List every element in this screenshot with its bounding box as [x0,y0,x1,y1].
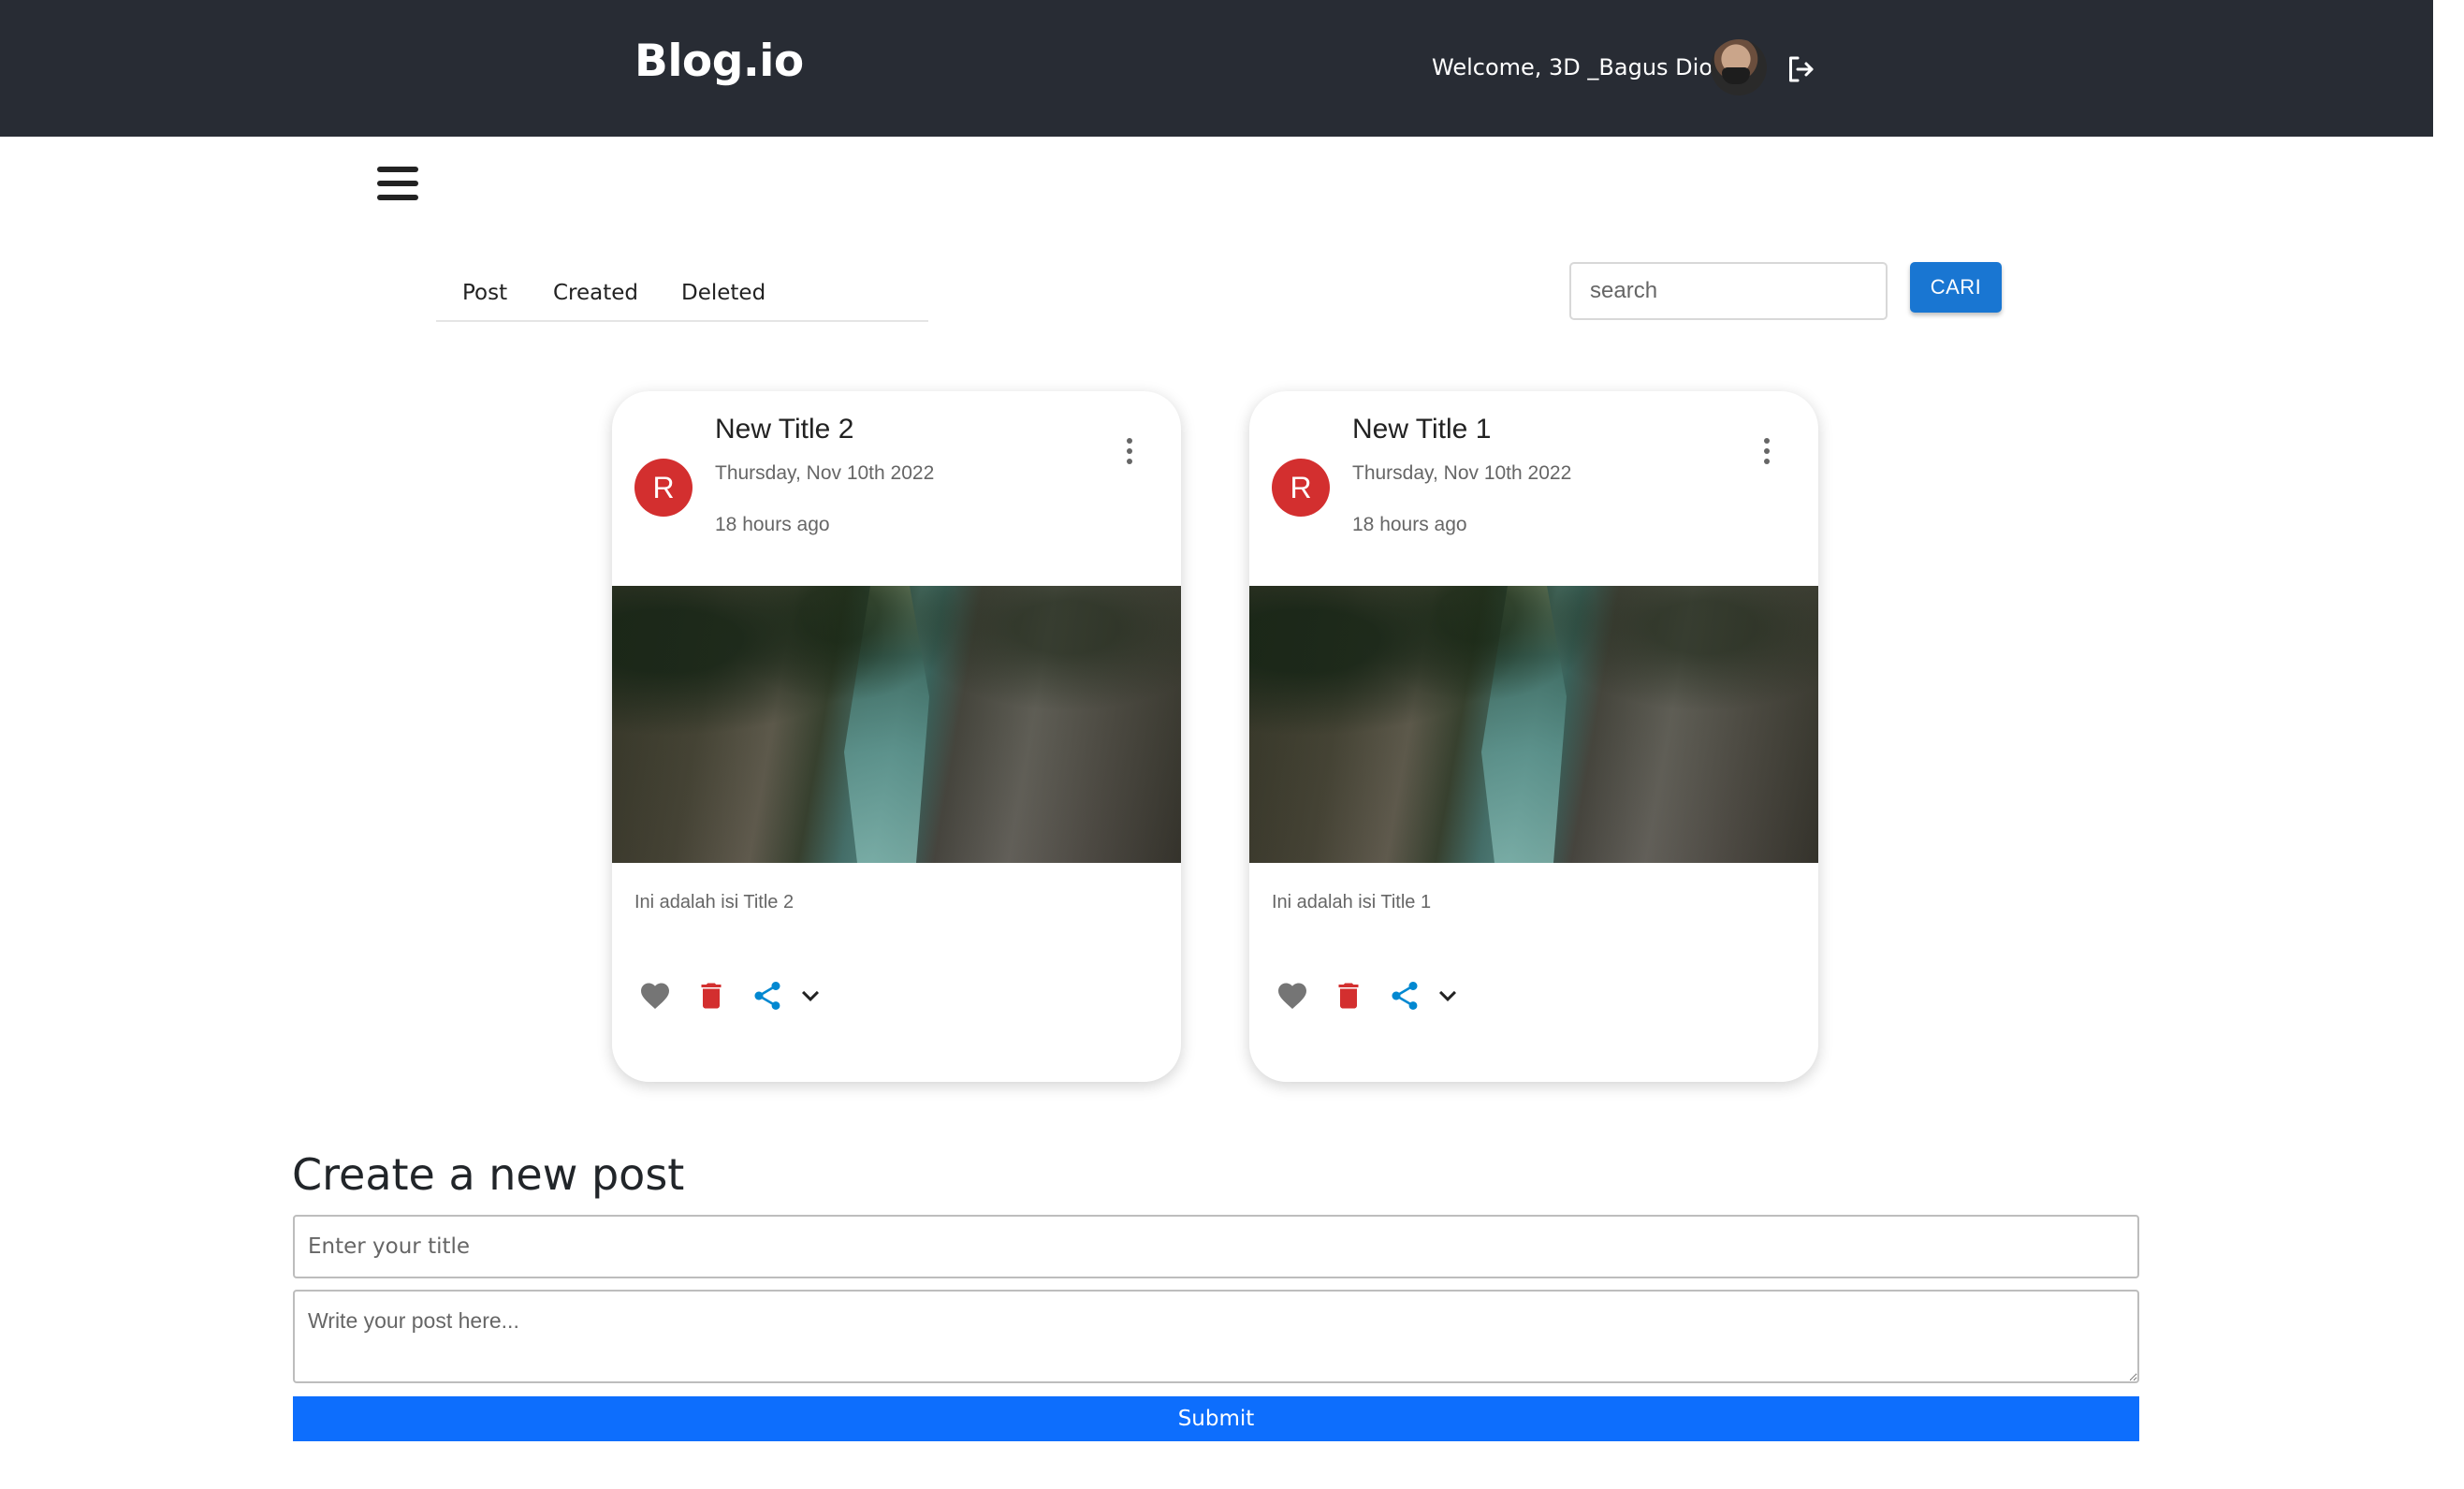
chevron-down-icon[interactable] [1431,979,1465,1013]
post-image [1249,586,1818,863]
delete-icon[interactable] [694,979,728,1013]
brand-logo[interactable]: Blog.io [634,36,804,87]
avatar: R [634,459,693,517]
create-post-heading: Create a new post [292,1149,685,1200]
post-content-textarea[interactable] [293,1290,2139,1383]
heart-icon[interactable] [638,979,672,1013]
more-options-icon[interactable] [1760,436,1773,466]
post-actions [1276,979,1500,1016]
post-card: R New Title 1 Thursday, Nov 10th 2022 18… [1249,391,1818,1082]
tab-deleted[interactable]: Deleted [681,281,765,305]
post-relative-time: 18 hours ago [715,514,830,535]
logout-icon[interactable] [1784,52,1817,86]
delete-icon[interactable] [1332,979,1365,1013]
search-button[interactable]: CARI [1910,262,2002,313]
more-options-icon[interactable] [1123,436,1136,466]
heart-icon[interactable] [1276,979,1309,1013]
share-icon[interactable] [751,979,784,1013]
submit-button[interactable]: Submit [293,1396,2139,1441]
top-navbar: Blog.io Welcome, 3D _Bagus Dio! [0,0,2433,137]
chevron-down-icon[interactable] [794,979,827,1013]
post-title: New Title 2 [715,414,854,445]
tab-created[interactable]: Created [553,281,638,305]
search-input[interactable] [1569,262,1888,320]
post-card: R New Title 2 Thursday, Nov 10th 2022 18… [612,391,1181,1082]
post-date: Thursday, Nov 10th 2022 [715,462,935,484]
menu-icon[interactable] [377,165,420,202]
post-body: Ini adalah isi Title 1 [1272,892,1432,912]
post-title: New Title 1 [1352,414,1492,445]
post-image [612,586,1181,863]
share-icon[interactable] [1388,979,1422,1013]
tab-bar: Post Created Deleted [436,271,928,322]
welcome-text: Welcome, 3D _Bagus Dio! [1432,54,1722,80]
post-title-input[interactable] [293,1215,2139,1278]
post-date: Thursday, Nov 10th 2022 [1352,462,1572,484]
post-body: Ini adalah isi Title 2 [634,892,795,912]
user-avatar[interactable] [1711,39,1767,95]
avatar: R [1272,459,1330,517]
post-actions [638,979,863,1016]
tab-post[interactable]: Post [462,281,507,305]
post-relative-time: 18 hours ago [1352,514,1467,535]
